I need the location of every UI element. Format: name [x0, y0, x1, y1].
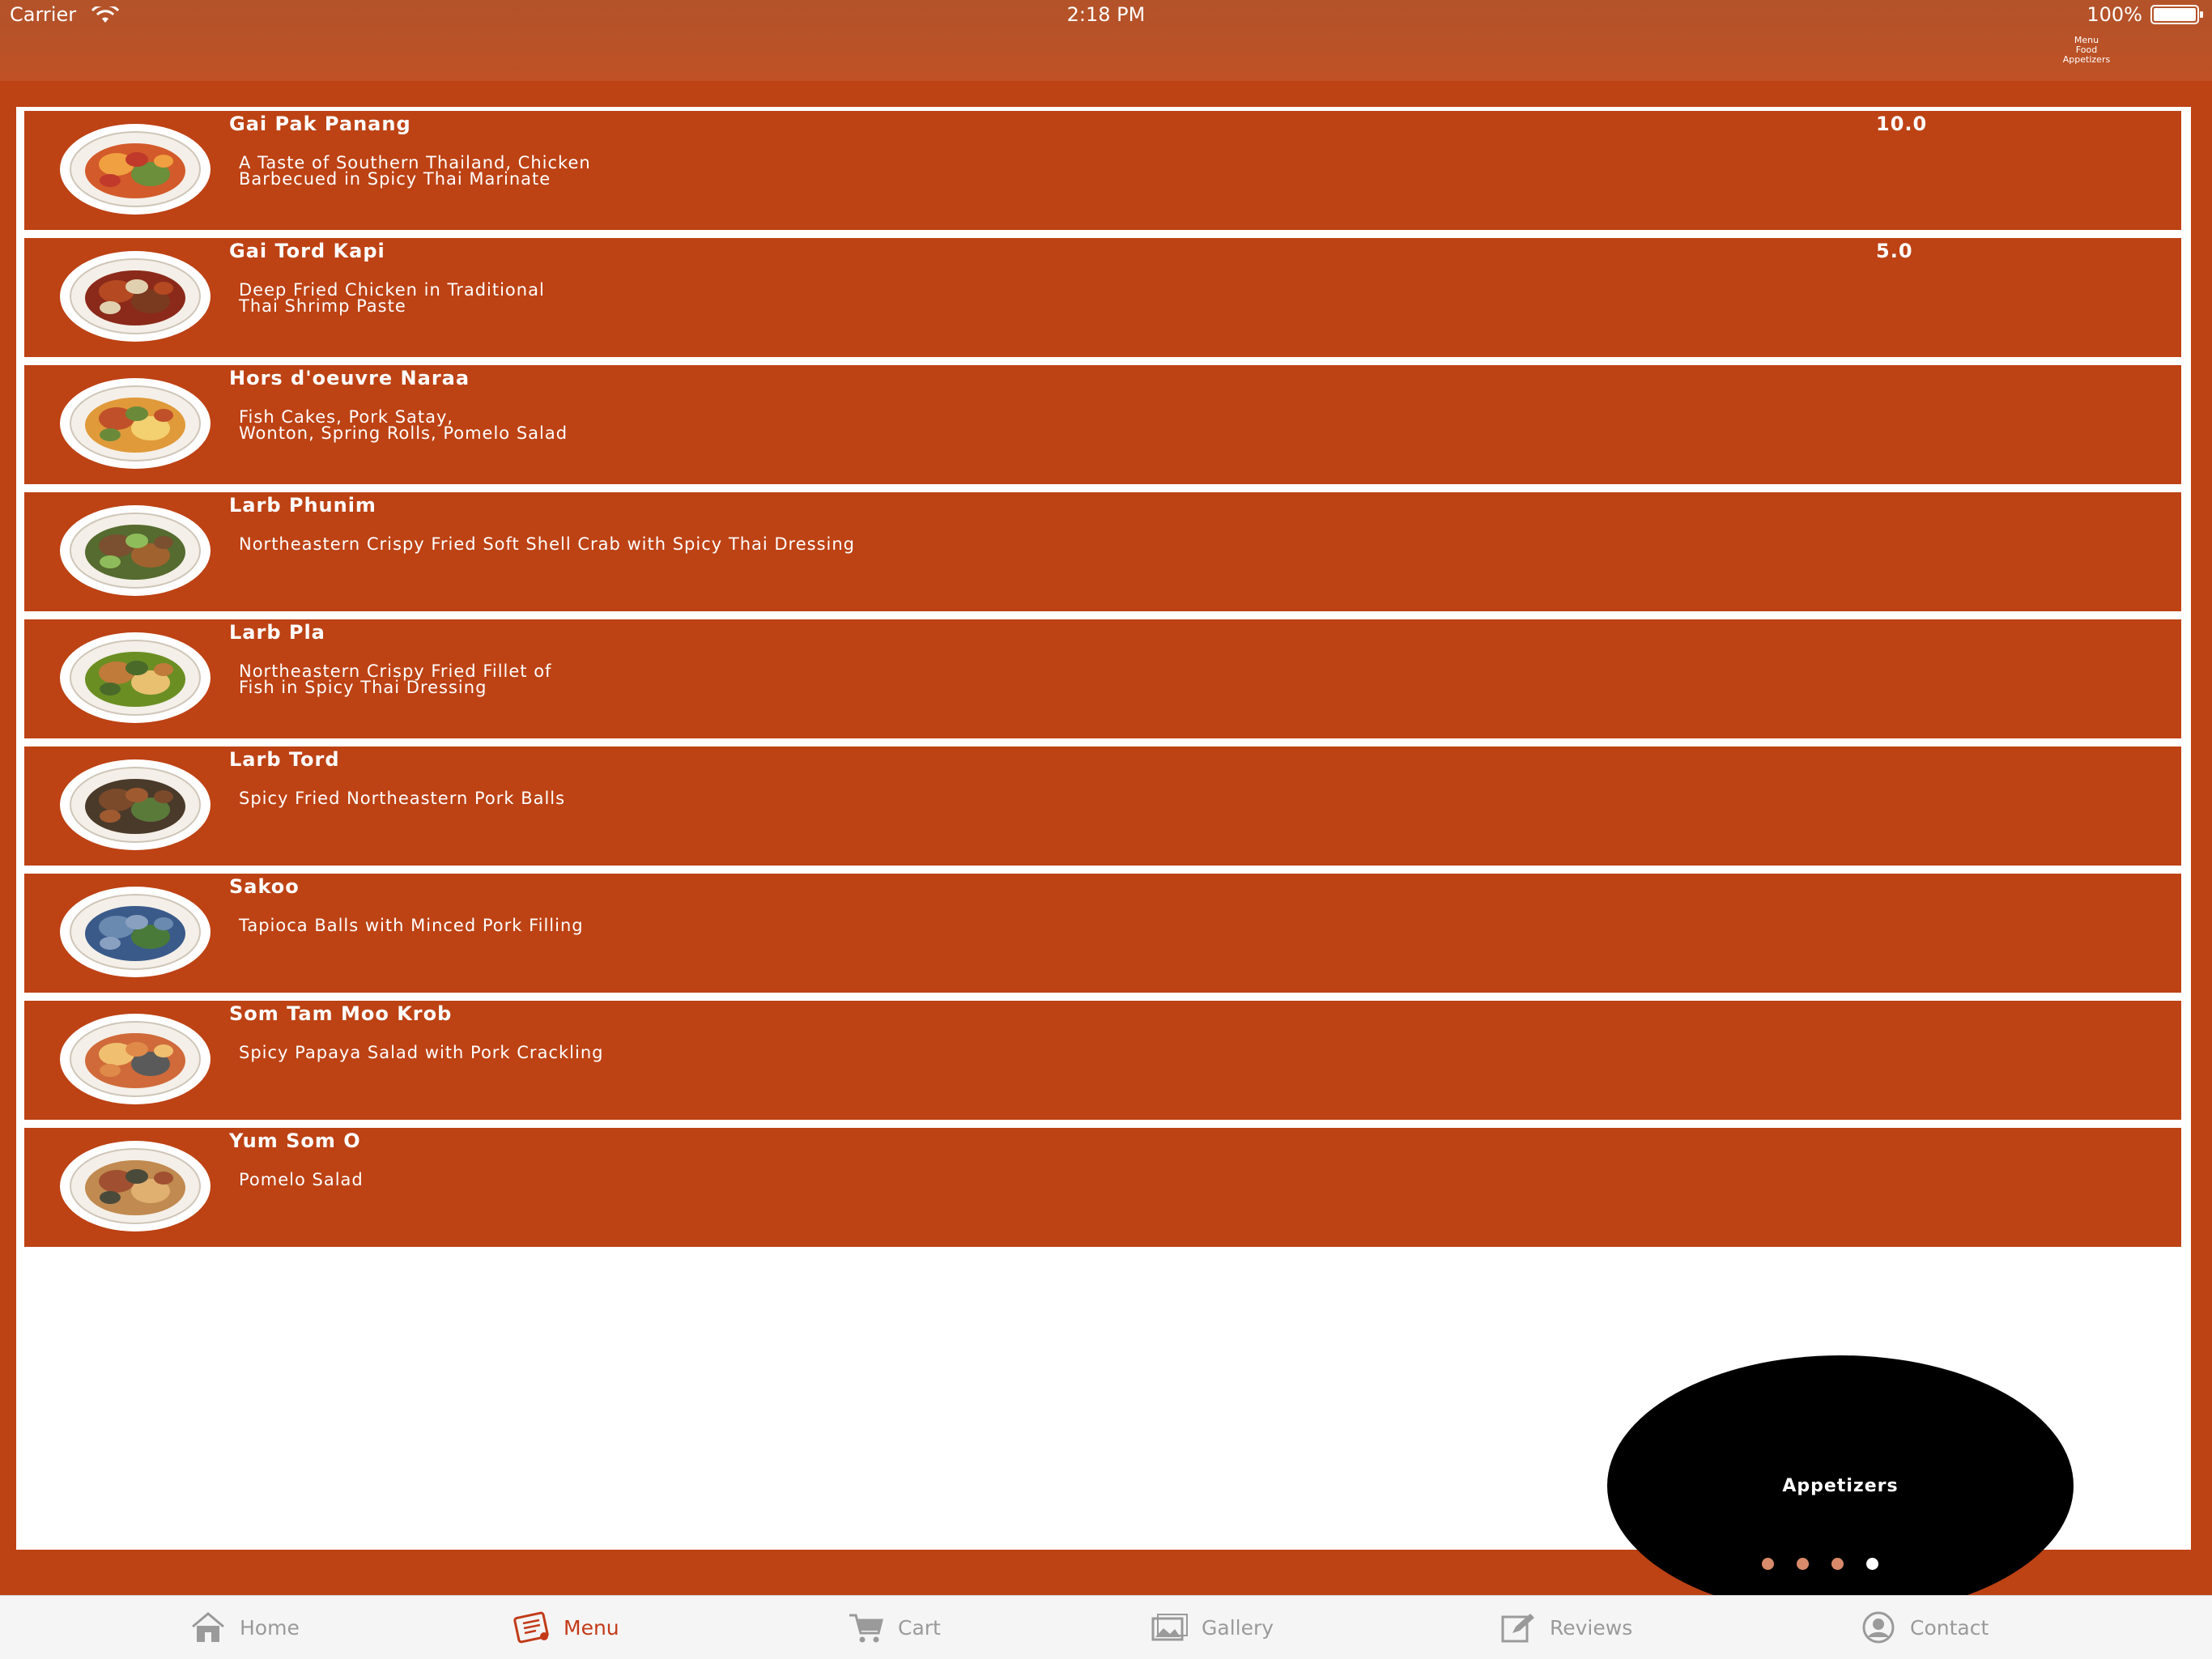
menu-item-description: Spicy Papaya Salad with Pork Crackling [239, 1043, 604, 1062]
food-photo [60, 887, 211, 977]
food-photo [60, 1014, 211, 1104]
tab-label: Home [240, 1615, 300, 1640]
food-photo [60, 251, 211, 342]
tab-home[interactable]: Home [188, 1596, 300, 1659]
food-photo [60, 1141, 211, 1231]
page-dot[interactable] [1831, 1558, 1844, 1570]
menu-item-description: Deep Fried Chicken in Traditional Thai S… [239, 280, 545, 316]
battery-icon [2150, 5, 2203, 24]
tab-label: Reviews [1550, 1615, 1633, 1640]
tab-bar: Home Menu Cart Gallery Reviews Contact [0, 1595, 2212, 1659]
category-bubble-label: Appetizers [1782, 1475, 1899, 1496]
food-photo [60, 124, 211, 215]
menu-item-row[interactable]: Gai Pak Panang A Taste of Southern Thail… [16, 107, 2191, 234]
menu-item-price: 10.0 [1876, 113, 1928, 135]
breadcrumb: Menu Food Appetizers [2034, 36, 2139, 65]
battery-percent: 100% [2087, 3, 2142, 26]
page-dot[interactable] [1762, 1558, 1774, 1570]
page-indicator[interactable] [1762, 1558, 1878, 1570]
menu-item-name: Gai Pak Panang [229, 113, 411, 135]
status-time: 2:18 PM [1066, 3, 1146, 26]
reviews-icon [1498, 1610, 1538, 1644]
status-battery: 100% [2087, 3, 2203, 26]
tab-gallery[interactable]: Gallery [1150, 1596, 1274, 1659]
tab-label: Gallery [1202, 1615, 1274, 1640]
menu-item-description: Pomelo Salad [239, 1170, 364, 1189]
menu-item-name: Som Tam Moo Krob [229, 1002, 453, 1025]
food-photo [60, 759, 211, 850]
menu-item-row[interactable]: Gai Tord Kapi Deep Fried Chicken in Trad… [16, 234, 2191, 361]
cart-icon [846, 1610, 887, 1644]
menu-item-name: Gai Tord Kapi [229, 240, 385, 262]
contact-icon [1858, 1610, 1899, 1644]
menu-item-name: Hors d'oeuvre Naraa [229, 367, 470, 389]
menu-item-description: A Taste of Southern Thailand, Chicken Ba… [239, 153, 591, 189]
menu-item-row[interactable]: Hors d'oeuvre Naraa Fish Cakes, Pork Sat… [16, 361, 2191, 488]
tab-label: Menu [564, 1615, 619, 1640]
menu-item-description: Northeastern Crispy Fried Soft Shell Cra… [239, 534, 856, 554]
menu-icon [512, 1610, 552, 1644]
food-photo [60, 632, 211, 723]
menu-item-description: Spicy Fried Northeastern Pork Balls [239, 789, 566, 808]
tab-label: Cart [898, 1615, 941, 1640]
page-dot[interactable] [1797, 1558, 1809, 1570]
menu-item-row[interactable]: Sakoo Tapioca Balls with Minced Pork Fil… [16, 870, 2191, 997]
tab-reviews[interactable]: Reviews [1498, 1596, 1632, 1659]
menu-item-price: 5.0 [1876, 240, 1913, 262]
menu-item-row[interactable]: Som Tam Moo Krob Spicy Papaya Salad with… [16, 997, 2191, 1124]
menu-item-row[interactable]: Larb Pla Northeastern Crispy Fried Fille… [16, 615, 2191, 742]
menu-item-name: Larb Tord [229, 748, 340, 771]
menu-item-row[interactable]: Larb Phunim Northeastern Crispy Fried So… [16, 488, 2191, 615]
menu-item-name: Yum Som O [229, 1129, 361, 1152]
menu-item-row[interactable]: Larb Tord Spicy Fried Northeastern Pork … [16, 742, 2191, 870]
menu-panel: Gai Pak Panang A Taste of Southern Thail… [16, 107, 2191, 1616]
tab-cart[interactable]: Cart [846, 1596, 941, 1659]
category-bubble[interactable]: Appetizers [1607, 1355, 2074, 1616]
menu-item-description: Fish Cakes, Pork Satay, Wonton, Spring R… [239, 407, 568, 443]
menu-item-name: Larb Phunim [229, 494, 376, 517]
tab-contact[interactable]: Contact [1858, 1596, 1989, 1659]
menu-item-row[interactable]: Yum Som O Pomelo Salad [16, 1124, 2191, 1251]
home-icon [188, 1610, 228, 1644]
tab-menu[interactable]: Menu [512, 1596, 619, 1659]
food-photo [60, 378, 211, 469]
tab-label: Contact [1910, 1615, 1989, 1640]
menu-item-name: Larb Pla [229, 621, 325, 644]
menu-item-description: Northeastern Crispy Fried Fillet of Fish… [239, 661, 552, 697]
gallery-icon [1150, 1610, 1190, 1644]
menu-item-description: Tapioca Balls with Minced Pork Filling [239, 916, 584, 935]
food-photo [60, 505, 211, 596]
top-bar: Carrier 2:18 PM 100% Menu Food Appetizer… [0, 0, 2212, 81]
menu-item-name: Sakoo [229, 875, 300, 898]
breadcrumb-item: Appetizers [2062, 54, 2111, 65]
page-dot-active[interactable] [1866, 1558, 1878, 1570]
